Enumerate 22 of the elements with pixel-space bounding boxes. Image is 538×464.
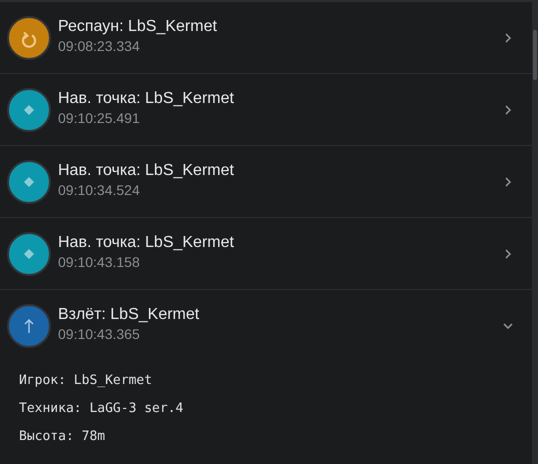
detail-line: Высота: 78m [19,428,106,446]
event-time: 09:10:34.524 [58,180,141,200]
detail-line: Игрок: LbS_Kermet [19,372,154,390]
event-time: 09:10:43.158 [58,252,141,272]
scrollbar[interactable] [532,0,538,464]
event-time: 09:08:23.334 [58,36,141,56]
event-row[interactable]: Нав. точка: LbS_Kermet 09:10:43.158 [0,218,532,289]
event-title: Нав. точка: LbS_Kermet [58,232,235,252]
event-time: 09:10:25.491 [58,108,141,128]
detail-line: Техника: LaGG-3 ser.4 [19,400,184,418]
event-title: Респаун: LbS_Kermet [58,16,218,36]
event-time: 09:10:43.365 [58,324,141,344]
scrollbar-thumb[interactable] [533,30,537,80]
refresh-icon [7,16,51,60]
event-row[interactable]: Нав. точка: LbS_Kermet 09:10:25.491 [0,74,532,145]
event-row[interactable]: Респаун: LbS_Kermet 09:08:23.334 [0,2,532,73]
event-row[interactable]: Нав. точка: LbS_Kermet 09:10:34.524 [0,146,532,217]
event-title: Нав. точка: LbS_Kermet [58,160,235,180]
event-title: Взлёт: LbS_Kermet [58,304,200,324]
event-title: Нав. точка: LbS_Kermet [58,88,235,108]
arrow-up-icon [7,304,51,348]
event-row[interactable]: Взлёт: LbS_Kermet 09:10:43.365 [0,290,532,361]
